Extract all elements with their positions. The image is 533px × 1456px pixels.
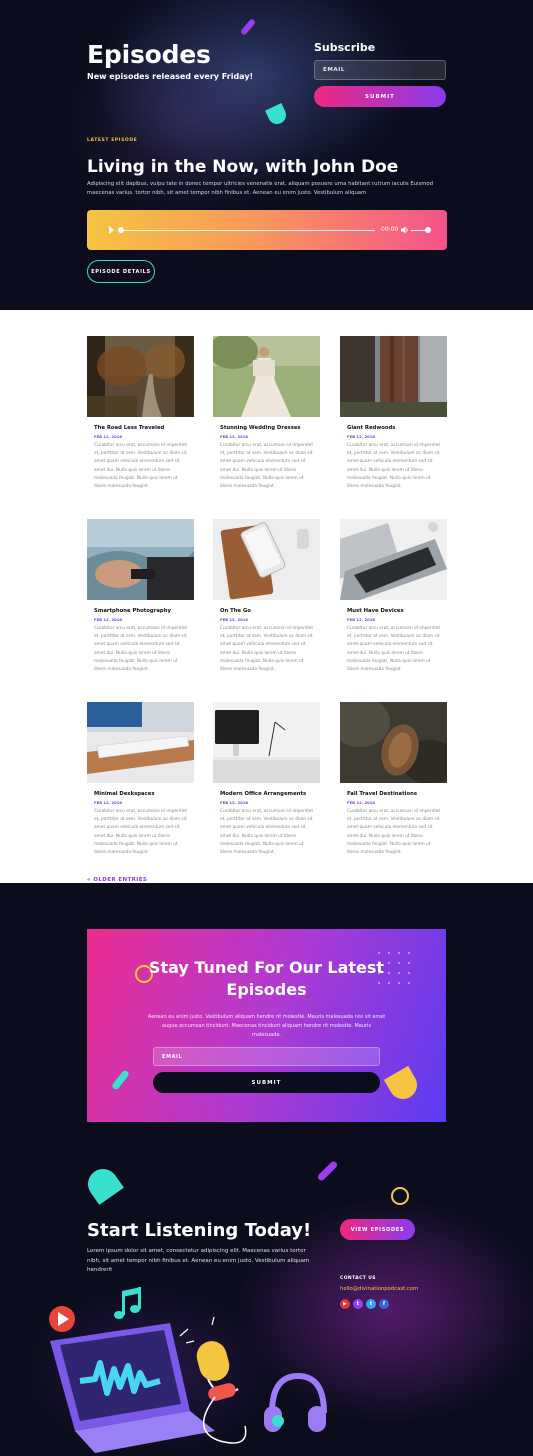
post-title[interactable]: Minimal Deskspaces bbox=[94, 791, 155, 797]
post-date: FEB 12, 2018 bbox=[94, 617, 123, 622]
view-episodes-button[interactable]: VIEW EPISODES bbox=[340, 1219, 415, 1240]
decor-half-circle-shape bbox=[265, 103, 289, 127]
twitch-icon[interactable]: t bbox=[353, 1299, 363, 1309]
post-excerpt: Curabitur arcu erat, accumsan id imperdi… bbox=[94, 626, 188, 673]
decor-half-circle-shape bbox=[82, 1163, 124, 1205]
post-image-redwoods[interactable] bbox=[340, 336, 447, 417]
post-title[interactable]: Stunning Wedding Dresses bbox=[220, 425, 301, 431]
latest-episode-label: LATEST EPISODE bbox=[87, 138, 138, 143]
post-title[interactable]: Giant Redwoods bbox=[347, 425, 395, 431]
decor-ring-shape bbox=[391, 1187, 409, 1205]
post-title[interactable]: On The Go bbox=[220, 608, 251, 614]
post-excerpt: Curabitur arcu erat, accumsan id imperdi… bbox=[347, 809, 441, 856]
post-card[interactable]: Giant Redwoods FEB 12, 2018 Curabitur ar… bbox=[340, 336, 447, 489]
newsletter-title: Stay Tuned For Our Latest Episodes bbox=[148, 958, 385, 999]
post-image-phone-notebook[interactable] bbox=[213, 519, 320, 600]
youtube-icon[interactable]: ▶ bbox=[340, 1299, 350, 1309]
post-card[interactable]: Fall Travel Destinations FEB 12, 2018 Cu… bbox=[340, 702, 447, 855]
post-title[interactable]: Fall Travel Destinations bbox=[347, 791, 417, 797]
post-excerpt: Curabitur arcu erat, accumsan id imperdi… bbox=[94, 443, 188, 490]
newsletter-card: Stay Tuned For Our Latest Episodes Aenea… bbox=[87, 929, 446, 1122]
footer-title: Start Listening Today! bbox=[87, 1220, 312, 1241]
contact-heading: CONTACT US bbox=[340, 1276, 376, 1281]
post-image-laptop-keyboard[interactable] bbox=[340, 519, 447, 600]
decor-pill-shape bbox=[316, 1160, 339, 1182]
post-image-smartphone-photo[interactable] bbox=[87, 519, 194, 600]
newsletter-description: Aenean eu enim justo. Vestibulum aliquam… bbox=[147, 1014, 386, 1038]
post-date: FEB 12, 2018 bbox=[347, 800, 376, 805]
post-excerpt: Curabitur arcu erat, accumsan id imperdi… bbox=[220, 443, 314, 490]
page-title: Episodes bbox=[87, 40, 211, 69]
newsletter-section: Stay Tuned For Our Latest Episodes Aenea… bbox=[0, 883, 533, 1131]
episodes-grid: The Road Less Traveled FEB 12, 2018 Cura… bbox=[0, 310, 533, 883]
post-date: FEB 12, 2018 bbox=[220, 617, 249, 622]
audio-player: 00:00 bbox=[87, 210, 447, 250]
post-card[interactable]: On The Go FEB 12, 2018 Curabitur arcu er… bbox=[213, 519, 320, 672]
decor-pill-shape bbox=[239, 18, 257, 36]
newsletter-email-input[interactable] bbox=[153, 1047, 380, 1066]
post-image-wedding-dress[interactable] bbox=[213, 336, 320, 417]
post-image-desk-keyboard[interactable] bbox=[87, 702, 194, 783]
facebook-icon[interactable]: f bbox=[379, 1299, 389, 1309]
post-title[interactable]: The Road Less Traveled bbox=[94, 425, 164, 431]
post-excerpt: Curabitur arcu erat, accumsan id imperdi… bbox=[347, 443, 441, 490]
post-date: FEB 12, 2018 bbox=[220, 434, 249, 439]
headphones-icon bbox=[264, 1372, 327, 1432]
post-card[interactable]: Modern Office Arrangements FEB 12, 2018 … bbox=[213, 702, 320, 855]
subscribe-email-input[interactable] bbox=[314, 60, 446, 80]
post-title[interactable]: Must Have Devices bbox=[347, 608, 404, 614]
post-date: FEB 12, 2018 bbox=[347, 617, 376, 622]
music-note-icon bbox=[114, 1287, 141, 1319]
post-date: FEB 12, 2018 bbox=[347, 434, 376, 439]
post-card[interactable]: The Road Less Traveled FEB 12, 2018 Cura… bbox=[87, 336, 194, 489]
decor-pill-shape bbox=[110, 1069, 131, 1091]
post-date: FEB 12, 2018 bbox=[94, 800, 123, 805]
newsletter-submit-button[interactable]: SUBMIT bbox=[153, 1072, 380, 1093]
progress-track[interactable] bbox=[121, 229, 375, 231]
post-date: FEB 12, 2018 bbox=[220, 800, 249, 805]
hero-section: Episodes New episodes released every Fri… bbox=[0, 0, 533, 310]
post-card[interactable]: Smartphone Photography FEB 12, 2018 Cura… bbox=[87, 519, 194, 672]
episode-title: Living in the Now, with John Doe bbox=[87, 157, 399, 177]
podcast-illustration bbox=[49, 1287, 327, 1453]
post-image-forest-road[interactable] bbox=[87, 336, 194, 417]
post-excerpt: Curabitur arcu erat, accumsan id imperdi… bbox=[220, 809, 314, 856]
post-image-office-desk[interactable] bbox=[213, 702, 320, 783]
episode-description: Adipiscing elit dapibus, vulpu tate in d… bbox=[87, 181, 434, 196]
post-card[interactable]: Minimal Deskspaces FEB 12, 2018 Curabitu… bbox=[87, 702, 194, 855]
post-excerpt: Curabitur arcu erat, accumsan id imperdi… bbox=[220, 626, 314, 673]
volume-handle[interactable] bbox=[425, 227, 431, 233]
play-icon[interactable] bbox=[109, 226, 114, 234]
decor-half-circle-shape bbox=[383, 1065, 423, 1105]
episode-details-button[interactable]: EPISODE DETAILS bbox=[87, 260, 155, 283]
volume-icon[interactable] bbox=[401, 226, 409, 234]
post-excerpt: Curabitur arcu erat, accumsan id imperdi… bbox=[347, 626, 441, 673]
post-card[interactable]: Stunning Wedding Dresses FEB 12, 2018 Cu… bbox=[213, 336, 320, 489]
page-subtitle: New episodes released every Friday! bbox=[87, 72, 254, 81]
post-image-pinecone[interactable] bbox=[340, 702, 447, 783]
post-title[interactable]: Modern Office Arrangements bbox=[220, 791, 306, 797]
post-date: FEB 12, 2018 bbox=[94, 434, 123, 439]
post-card[interactable]: Must Have Devices FEB 12, 2018 Curabitur… bbox=[340, 519, 447, 672]
contact-email-link[interactable]: hello@divinationpodcast.com bbox=[340, 1286, 418, 1292]
footer-section: Start Listening Today! Lorem ipsum dolor… bbox=[0, 1131, 533, 1456]
twitter-icon[interactable]: t bbox=[366, 1299, 376, 1309]
player-time: 00:00 bbox=[381, 226, 399, 233]
post-excerpt: Curabitur arcu erat, accumsan id imperdi… bbox=[94, 809, 188, 856]
subscribe-submit-button[interactable]: SUBMIT bbox=[314, 86, 446, 107]
social-links: ▶ t t f bbox=[340, 1299, 389, 1309]
subscribe-heading: Subscribe bbox=[314, 41, 376, 54]
progress-handle[interactable] bbox=[118, 227, 124, 233]
footer-description: Lorem ipsum dolor sit amet, consectetur … bbox=[87, 1248, 310, 1273]
post-title[interactable]: Smartphone Photography bbox=[94, 608, 171, 614]
